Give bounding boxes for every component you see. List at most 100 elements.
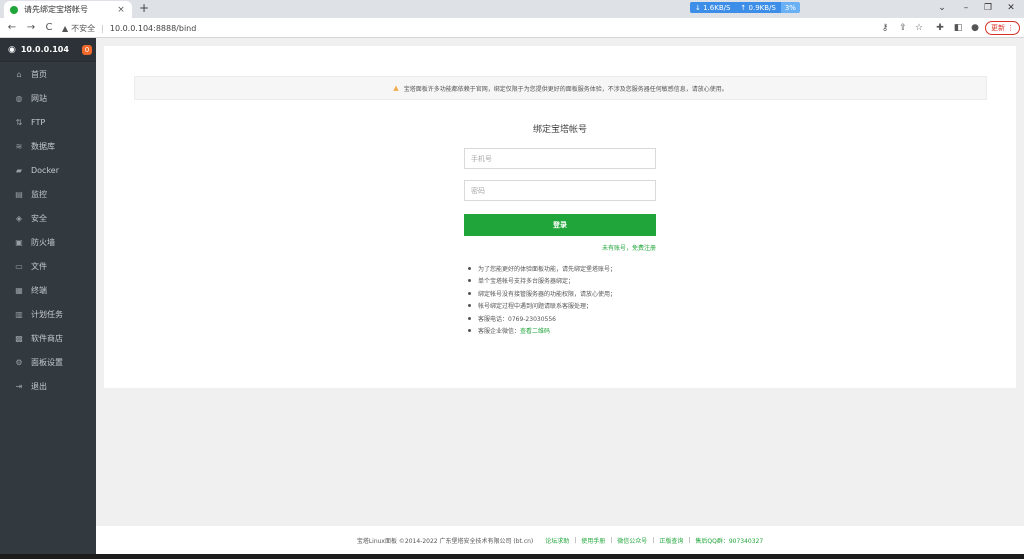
tab-close-icon[interactable]: × — [116, 5, 126, 15]
new-tab-button[interactable]: + — [137, 2, 151, 16]
footer-separator — [538, 537, 540, 544]
sidebar-item[interactable]: ⚙ 面板设置 — [0, 350, 96, 374]
sidebar-menu: ⌂ 首页 ◍ 网站 ⇅ FTP ≋ 数据库 ▰ Docker ▤ 监控 ◈ 安全 ▣ 防火墙 ▭ 文件 ▦ 终端 ▥ 计划… — [0, 62, 96, 398]
terminal-icon: ▦ — [15, 285, 23, 295]
list-item: 客服电话：0769-23030556 — [464, 312, 704, 325]
tab-search-chevron-icon[interactable]: ⌄ — [932, 1, 952, 15]
footer-separator: | — [652, 536, 655, 544]
sidebar-item[interactable]: ▭ 文件 — [0, 254, 96, 278]
qr-code-link[interactable]: 查看二维码 — [520, 326, 550, 335]
globe-icon: ◍ — [15, 93, 23, 103]
footer-separator: | — [610, 536, 613, 544]
side-panel-icon[interactable]: ◧ — [952, 22, 964, 34]
bookmark-star-icon[interactable]: ☆ — [913, 22, 925, 34]
key-icon[interactable]: ⚷ — [879, 22, 891, 34]
update-label: 更新 — [991, 24, 1005, 32]
cpu-percent: 3% — [780, 2, 800, 13]
sidebar-item-label: 数据库 — [31, 141, 55, 151]
sidebar-item[interactable]: ▤ 监控 — [0, 182, 96, 206]
close-window-button[interactable]: ✕ — [1001, 1, 1021, 15]
insecure-label[interactable]: 不安全 — [71, 23, 95, 34]
list-item: 单个宝塔帐号支持多台服务器绑定； — [464, 275, 704, 288]
sidebar-item-label: 首页 — [31, 69, 47, 79]
tab-title: 请先绑定宝塔帐号 — [24, 5, 88, 14]
download-speed: ↓ 1.6KB/S — [690, 2, 736, 13]
database-icon: ≋ — [15, 141, 23, 151]
footer-separator: | — [574, 536, 577, 544]
forward-button[interactable]: → — [24, 21, 38, 35]
sidebar-item[interactable]: ⇥ 退出 — [0, 374, 96, 398]
register-link[interactable]: 未有账号，免费注册 — [584, 243, 656, 252]
qq-group-link[interactable]: 售后QQ群：907340327 — [695, 536, 763, 545]
grid-icon: ▩ — [15, 333, 23, 343]
sidebar-item[interactable]: ▰ Docker — [0, 158, 96, 182]
sidebar-item[interactable]: ≋ 数据库 — [0, 134, 96, 158]
folder-icon: ▭ — [15, 261, 23, 271]
server-icon: ◉ — [8, 44, 16, 55]
profile-avatar-icon[interactable]: ● — [969, 22, 981, 34]
monitor-icon: ▤ — [15, 189, 23, 199]
docker-icon: ▰ — [15, 165, 23, 175]
sidebar-item-label: 计划任务 — [31, 309, 63, 319]
login-button[interactable]: 登录 — [464, 214, 656, 236]
list-item: 为了您能更好的体验面板功能，请先绑定堡塔账号； — [464, 262, 704, 275]
bind-account-panel: ▲ 宝塔面板许多功能都依赖于官网，绑定仅限于为您提供更好的面板服务体验，不涉及您… — [104, 46, 1016, 388]
url-divider: | — [101, 23, 104, 33]
sidebar-item[interactable]: ▦ 终端 — [0, 278, 96, 302]
update-button[interactable]: 更新 ⋮ — [985, 21, 1021, 35]
extensions-icon[interactable]: ✚ — [934, 22, 946, 34]
sidebar-item-label: Docker — [31, 165, 60, 175]
copyright-text: 宝塔Linux面板 ©2014-2022 广东堡塔安全技术有限公司 (bt.cn… — [356, 537, 534, 545]
ftp-icon: ⇅ — [15, 117, 23, 127]
wechat-link[interactable]: 微信公众号 — [617, 536, 647, 545]
notice-text: 宝塔面板许多功能都依赖于官网，绑定仅限于为您提供更好的面板服务体验，不涉及您服务… — [403, 85, 728, 93]
url-text[interactable]: 10.0.0.104:8888/bind — [110, 24, 196, 33]
sidebar-item[interactable]: ▩ 软件商店 — [0, 326, 96, 350]
list-item: 客服企业微信： 查看二维码 — [464, 325, 704, 338]
gear-icon: ⚙ — [15, 357, 23, 367]
reload-button[interactable]: C — [42, 21, 56, 35]
sidebar-item-label: 面板设置 — [31, 357, 63, 367]
shield-icon: ◈ — [15, 213, 23, 223]
forum-link[interactable]: 论坛求助 — [545, 536, 569, 545]
firewall-icon: ▣ — [15, 237, 23, 247]
footer: 宝塔Linux面板 ©2014-2022 广东堡塔安全技术有限公司 (bt.cn… — [96, 526, 1024, 554]
sidebar: ◉ 10.0.0.104 0 ⌂ 首页 ◍ 网站 ⇅ FTP ≋ 数据库 ▰ Docker ▤ 监控 ◈… — [0, 38, 96, 559]
password-input[interactable] — [464, 180, 656, 201]
browser-tab[interactable]: 请先绑定宝塔帐号 × — [4, 1, 132, 18]
sidebar-item[interactable]: ◍ 网站 — [0, 86, 96, 110]
sidebar-item[interactable]: ⇅ FTP — [0, 110, 96, 134]
sidebar-item-label: 终端 — [31, 285, 47, 295]
address-bar: ← → C ▲ 不安全 | 10.0.0.104:8888/bind ⚷ ⇪ ☆… — [0, 18, 1024, 38]
warning-icon: ▲ — [62, 23, 69, 33]
bt-favicon-icon — [10, 5, 18, 14]
sidebar-item[interactable]: ⌂ 首页 — [0, 62, 96, 86]
page-title: 绑定宝塔帐号 — [532, 125, 587, 135]
url-field[interactable]: ▲ 不安全 | 10.0.0.104:8888/bind — [62, 20, 872, 36]
license-link[interactable]: 正版查询 — [659, 536, 683, 545]
minimize-button[interactable]: – — [956, 1, 976, 15]
sidebar-header: ◉ 10.0.0.104 0 — [0, 38, 96, 62]
list-item: 绑定帐号没有接管服务器的功能权限，请放心使用； — [464, 287, 704, 300]
sidebar-item[interactable]: ▥ 计划任务 — [0, 302, 96, 326]
browser-tab-bar: 请先绑定宝塔帐号 × + ↓ 1.6KB/S ↑ 0.9KB/S 3% ⌄ – … — [0, 0, 1024, 18]
notification-badge[interactable]: 0 — [82, 45, 92, 55]
restore-button[interactable]: ❐ — [978, 1, 998, 15]
taskbar — [0, 554, 1024, 559]
phone-input[interactable] — [464, 148, 656, 169]
list-item: 帐号绑定过程中遇到问题请联系客服处理； — [464, 300, 704, 313]
tips-list: 为了您能更好的体验面板功能，请先绑定堡塔账号； 单个宝塔帐号支持多台服务器绑定；… — [464, 262, 704, 337]
logout-icon: ⇥ — [15, 381, 23, 391]
sidebar-item[interactable]: ◈ 安全 — [0, 206, 96, 230]
network-speed-widget: ↓ 1.6KB/S ↑ 0.9KB/S 3% — [690, 2, 800, 13]
sidebar-item-label: 监控 — [31, 189, 47, 199]
sidebar-item-label: 退出 — [31, 381, 47, 391]
manual-link[interactable]: 使用手册 — [581, 536, 605, 545]
sidebar-item-label: 软件商店 — [31, 333, 63, 343]
footer-separator: | — [688, 536, 691, 544]
home-icon: ⌂ — [16, 69, 22, 79]
sidebar-item[interactable]: ▣ 防火墙 — [0, 230, 96, 254]
back-button[interactable]: ← — [5, 21, 19, 35]
share-icon[interactable]: ⇪ — [897, 22, 909, 34]
upload-speed: ↑ 0.9KB/S — [735, 2, 781, 13]
